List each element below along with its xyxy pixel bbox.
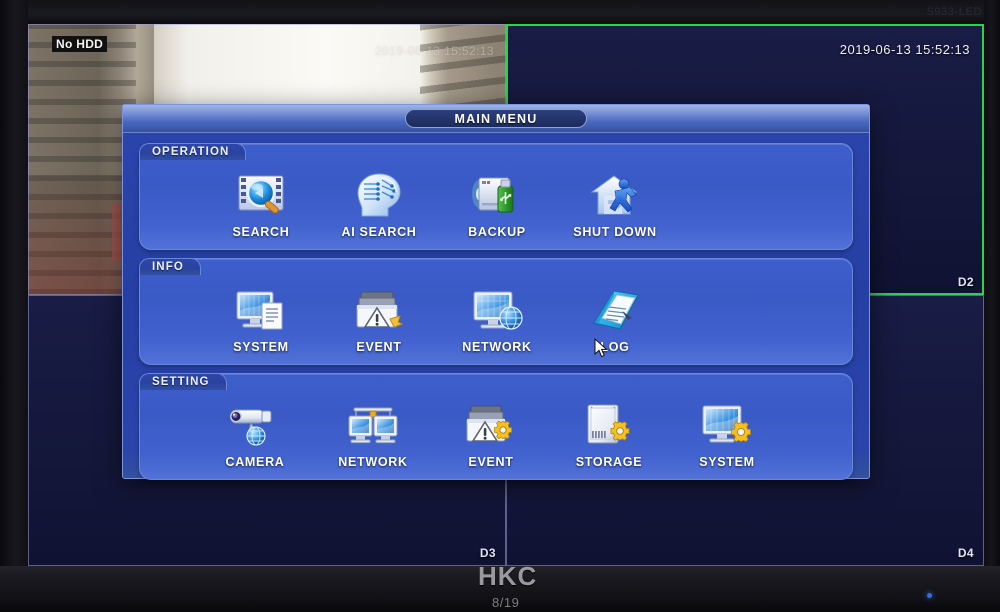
menu-label-shut-down: SHUT DOWN [573,225,657,239]
monitor-model-label: S933-LED [926,6,982,18]
bezel-left [0,0,28,612]
menu-label-info-system: SYSTEM [233,340,289,354]
menu-item-setting-system[interactable]: SYSTEM [668,400,786,469]
menu-label-setting-system: SYSTEM [699,455,755,469]
monitor-brand-logo: HKC [478,561,538,591]
film-search-icon [230,170,292,220]
menu-label-search: SEARCH [232,225,290,239]
menu-item-info-log[interactable]: LOG [556,285,674,354]
menu-item-setting-storage[interactable]: STORAGE [550,400,668,469]
mouse-cursor [594,337,608,358]
monitor-document-icon [230,285,292,335]
monitor-brand-sub: 8/19 [492,595,520,610]
group-operation: OPERATION SEARCH AI SEARCH BACKUP SHUT D… [139,143,853,250]
logbook-icon [584,285,646,335]
group-items-info: SYSTEM EVENT NETWORK LOG [140,259,852,364]
menu-label-ai-search: AI SEARCH [341,225,417,239]
menu-item-setting-camera[interactable]: CAMERA [196,400,314,469]
monitor-gear-icon [696,400,758,450]
bullet-camera-globe-icon [224,400,286,450]
menu-label-setting-event: EVENT [468,455,514,469]
nvr-live-view: No HDD 2019-06-13 15:52:13 2019-06-13 15… [28,24,984,566]
menu-item-setting-network[interactable]: NETWORK [314,400,432,469]
tray-warning-icon [348,285,410,335]
menu-label-setting-camera: CAMERA [225,455,285,469]
ai-head-icon [348,170,410,220]
main-menu-dialog: MAIN MENU OPERATION SEARCH AI SEARCH BAC… [122,104,870,480]
menu-item-backup[interactable]: BACKUP [438,170,556,239]
dialog-body: OPERATION SEARCH AI SEARCH BACKUP SHUT D… [123,133,869,500]
menu-item-setting-event[interactable]: EVENT [432,400,550,469]
exit-house-icon [584,170,646,220]
menu-label-backup: BACKUP [468,225,526,239]
monitor-globe-icon [466,285,528,335]
menu-item-search[interactable]: SEARCH [202,170,320,239]
hdd-gear-icon [578,400,640,450]
menu-label-info-network: NETWORK [462,340,532,354]
power-led-indicator [927,593,932,598]
group-title-info: INFO [139,258,201,275]
menu-label-info-event: EVENT [356,340,402,354]
dialog-title: MAIN MENU [405,109,587,128]
menu-item-shut-down[interactable]: SHUT DOWN [556,170,674,239]
menu-item-info-system[interactable]: SYSTEM [202,285,320,354]
menu-label-setting-network: NETWORK [338,455,408,469]
dialog-titlebar: MAIN MENU [123,105,869,133]
bezel-right [984,0,1000,612]
group-items-setting: CAMERA NETWORK EVENT STORAGE SYSTEM [140,374,852,479]
group-title-operation: OPERATION [139,143,247,160]
tray-warning-gear-icon [460,400,522,450]
group-title-setting: SETTING [139,373,227,390]
disc-usb-icon [466,170,528,220]
bezel-top: S933-LED [0,0,1000,24]
monitor-shell: No HDD 2019-06-13 15:52:13 2019-06-13 15… [0,0,1000,612]
menu-item-ai-search[interactable]: AI SEARCH [320,170,438,239]
menu-label-setting-storage: STORAGE [575,455,643,469]
two-monitors-link-icon [342,400,404,450]
group-info: INFO SYSTEM EVENT NETWORK LOG [139,258,853,365]
menu-item-info-event[interactable]: EVENT [320,285,438,354]
menu-item-info-network[interactable]: NETWORK [438,285,556,354]
group-setting: SETTING CAMERA NETWORK EVENT STORAGE SYS… [139,373,853,480]
group-items-operation: SEARCH AI SEARCH BACKUP SHUT DOWN [140,144,852,249]
